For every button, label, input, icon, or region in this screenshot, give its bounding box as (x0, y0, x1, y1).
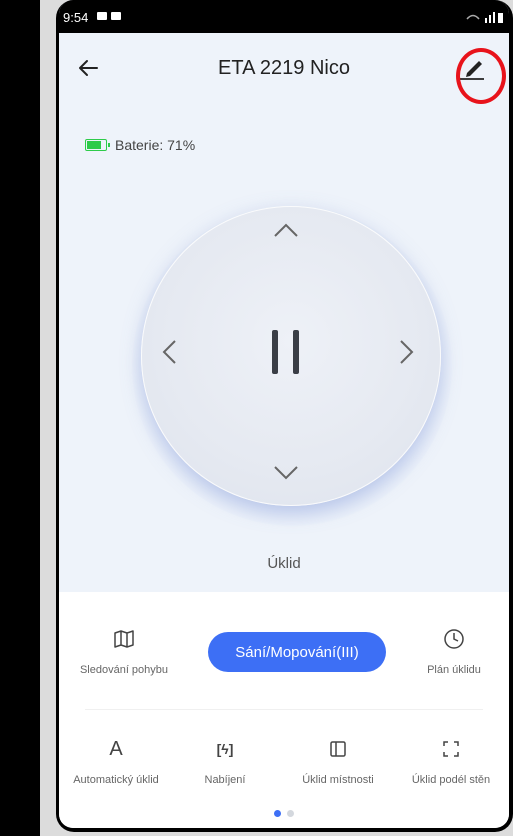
tracking-label: Sledování pohybu (79, 664, 169, 676)
room-clean-button[interactable]: Úklid místnosti (283, 732, 393, 786)
pause-icon[interactable] (266, 330, 306, 374)
room-icon (330, 741, 346, 757)
room-clean-label: Úklid místnosti (302, 774, 374, 786)
action-row-primary: Sledování pohybu Sání/Mopování(III) Plán… (59, 592, 509, 710)
charging-label: Nabíjení (204, 774, 246, 786)
row-divider (85, 709, 483, 710)
battery-icon (85, 139, 110, 151)
schedule-label: Plán úklidu (427, 664, 481, 676)
folder-icon (111, 12, 121, 20)
charging-button[interactable]: [ϟ] Nabíjení (175, 732, 275, 786)
edge-clean-label: Úklid podél stěn (411, 774, 491, 786)
app-screen: 9:54 ETA 2219 Nico Baterie: 71% Úklid Sl… (59, 0, 509, 828)
app-bar: ETA 2219 Nico (59, 33, 509, 103)
gallery-icon (97, 12, 107, 20)
action-panel: Sledování pohybu Sání/Mopování(III) Plán… (59, 592, 509, 828)
status-bar: 9:54 (59, 0, 509, 33)
highlight-circle (456, 48, 506, 104)
arrow-down-icon[interactable] (273, 465, 299, 481)
arrow-right-icon[interactable] (399, 339, 415, 365)
page-dot-1[interactable] (274, 810, 281, 817)
arrow-up-icon[interactable] (273, 222, 299, 238)
clock-icon (444, 629, 464, 649)
signal-wifi-icon (466, 12, 503, 23)
auto-icon: A (109, 737, 123, 760)
page-title: ETA 2219 Nico (218, 57, 350, 79)
auto-clean-label: Automatický úklid (73, 774, 159, 786)
cleaning-status: Úklid (267, 555, 301, 572)
tracking-button[interactable]: Sledování pohybu (69, 622, 179, 676)
notification-icons (97, 12, 121, 20)
status-time: 9:54 (63, 10, 89, 25)
edge-icon (443, 741, 459, 757)
battery-status: Baterie: 71% (85, 137, 195, 153)
schedule-button[interactable]: Plán úklidu (399, 622, 509, 676)
auto-clean-button[interactable]: A Automatický úklid (61, 732, 171, 787)
charging-icon: [ϟ] (216, 741, 234, 757)
arrow-left-icon[interactable] (161, 339, 177, 365)
map-icon (114, 630, 134, 648)
suction-mop-mode-button[interactable]: Sání/Mopování(III) (208, 632, 386, 672)
page-dot-2[interactable] (287, 810, 294, 817)
page-indicator (59, 810, 509, 817)
battery-label: Baterie: 71% (115, 137, 196, 153)
edge-clean-button[interactable]: Úklid podél stěn (393, 732, 509, 786)
